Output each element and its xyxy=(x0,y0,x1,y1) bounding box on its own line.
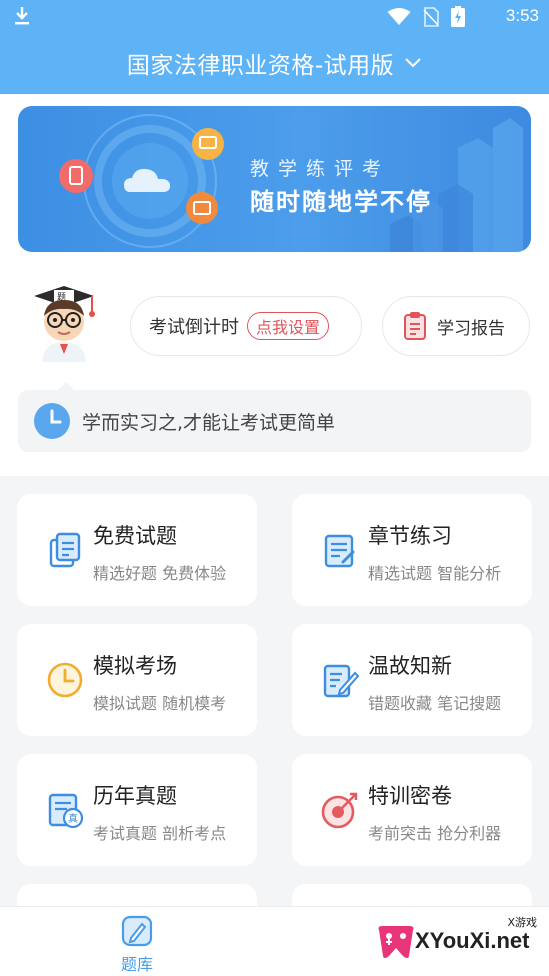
card-subtitle: 精选好题 免费体验 xyxy=(93,564,227,583)
motto-text: 学而实习之,才能让考试更简单 xyxy=(82,411,336,434)
site-watermark: X游戏 XYouXi.net xyxy=(371,912,541,968)
card-title: 模拟考场 xyxy=(93,654,177,678)
edit-list-icon xyxy=(324,534,355,568)
banner-line1: 教学练评考 xyxy=(250,158,391,180)
card-title: 免费试题 xyxy=(93,524,177,548)
report-label: 学习报告 xyxy=(437,318,505,339)
status-time: 3:53 xyxy=(505,6,539,25)
no-sim-icon xyxy=(423,6,439,27)
top-section: 教学练评考 随时随地学不停 题 考试倒计时 点我设置 学习报告 学而实习之,才能… xyxy=(0,94,549,476)
promo-banner[interactable]: 教学练评考 随时随地学不停 xyxy=(18,106,531,252)
banner-line2: 随时随地学不停 xyxy=(250,188,432,216)
study-report-button[interactable]: 学习报告 xyxy=(382,296,530,356)
card-title: 章节练习 xyxy=(368,524,452,548)
wifi-icon xyxy=(387,7,411,25)
target-icon xyxy=(321,792,358,829)
clock-icon xyxy=(34,403,70,439)
gamepad-logo-icon xyxy=(378,926,414,958)
card-subtitle: 模拟试题 随机模考 xyxy=(93,694,227,713)
past-exam-icon: 真 xyxy=(48,793,84,829)
card-subtitle: 考试真题 剖析考点 xyxy=(93,824,227,843)
chevron-down-icon xyxy=(405,58,421,68)
card-title: 历年真题 xyxy=(93,784,177,808)
mascot-avatar: 题 xyxy=(34,286,95,362)
exam-countdown-card[interactable]: 考试倒计时 点我设置 xyxy=(130,296,362,356)
pencil-square-icon xyxy=(121,915,153,947)
set-countdown-button[interactable]: 点我设置 xyxy=(247,312,330,340)
download-icon xyxy=(15,7,29,25)
card-subtitle: 错题收藏 笔记搜题 xyxy=(368,694,502,713)
tab-question-bank[interactable]: 题库 xyxy=(97,915,177,975)
page-title: 国家法律职业资格-试用版 xyxy=(126,53,395,79)
countdown-label: 考试倒计时 xyxy=(149,317,239,338)
card-subtitle: 精选试题 智能分析 xyxy=(368,564,502,583)
tab-label: 题库 xyxy=(120,955,153,974)
card-subtitle: 考前突击 抢分利器 xyxy=(368,824,502,843)
card-title: 温故知新 xyxy=(368,654,452,678)
card-title: 特训密卷 xyxy=(368,784,452,808)
exam-selector[interactable]: 国家法律职业资格-试用版 xyxy=(0,32,549,94)
card-chapter-practice[interactable]: 章节练习 精选试题 智能分析 xyxy=(292,494,532,606)
card-review[interactable]: 温故知新 错题收藏 笔记搜题 xyxy=(292,624,532,736)
svg-text:真: 真 xyxy=(68,812,78,825)
watermark-text: XYouXi.net xyxy=(415,928,530,953)
document-icon xyxy=(49,532,81,568)
notes-pen-icon xyxy=(323,664,360,698)
card-mock-exam[interactable]: 模拟考场 模拟试题 随机模考 xyxy=(17,624,257,736)
card-special-papers[interactable]: 特训密卷 考前突击 抢分利器 xyxy=(292,754,532,866)
clock-icon xyxy=(47,662,83,698)
card-past-exams[interactable]: 真 历年真题 考试真题 剖析考点 xyxy=(17,754,257,866)
status-bar: 3:53 xyxy=(0,0,549,32)
battery-charging-icon xyxy=(451,6,465,27)
motto-bubble: 学而实习之,才能让考试更简单 xyxy=(18,382,531,452)
clipboard-icon xyxy=(404,312,426,340)
card-free-questions[interactable]: 免费试题 精选好题 免费体验 xyxy=(17,494,257,606)
